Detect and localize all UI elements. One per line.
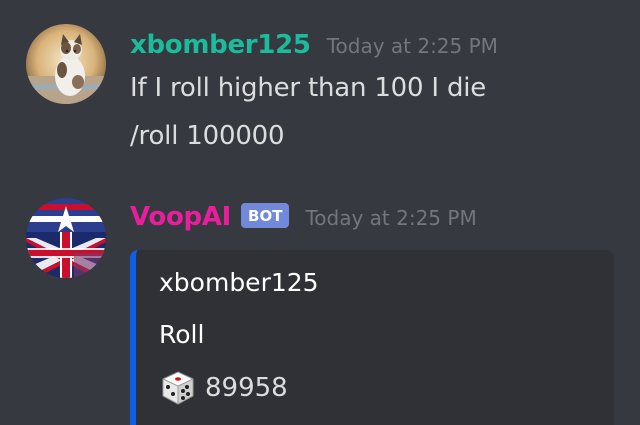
cat-avatar-icon xyxy=(26,24,106,104)
timestamp: Today at 2:25 PM xyxy=(326,34,498,58)
embed: xbomber125 Roll 89958 xyxy=(130,250,614,425)
user-avatar[interactable] xyxy=(26,24,106,104)
embed-field-name: Roll xyxy=(159,320,205,349)
message-header: VoopAI BOT Today at 2:25 PM xyxy=(130,202,477,232)
roll-result: 89958 xyxy=(205,373,288,403)
bot-badge: BOT xyxy=(241,203,290,228)
message-line: /roll 100000 xyxy=(130,121,285,151)
username[interactable]: VoopAI xyxy=(130,202,231,232)
message-line: If I roll higher than 100 I die xyxy=(130,73,487,103)
flag-avatar-icon xyxy=(26,198,106,278)
embed-author: xbomber125 xyxy=(159,268,319,297)
message-header: xbomber125 Today at 2:25 PM xyxy=(130,30,498,60)
embed-field-value: 89958 xyxy=(159,369,288,407)
username[interactable]: xbomber125 xyxy=(130,30,311,60)
timestamp: Today at 2:25 PM xyxy=(305,206,477,230)
bot-avatar[interactable] xyxy=(26,198,106,278)
dice-icon xyxy=(159,369,197,407)
